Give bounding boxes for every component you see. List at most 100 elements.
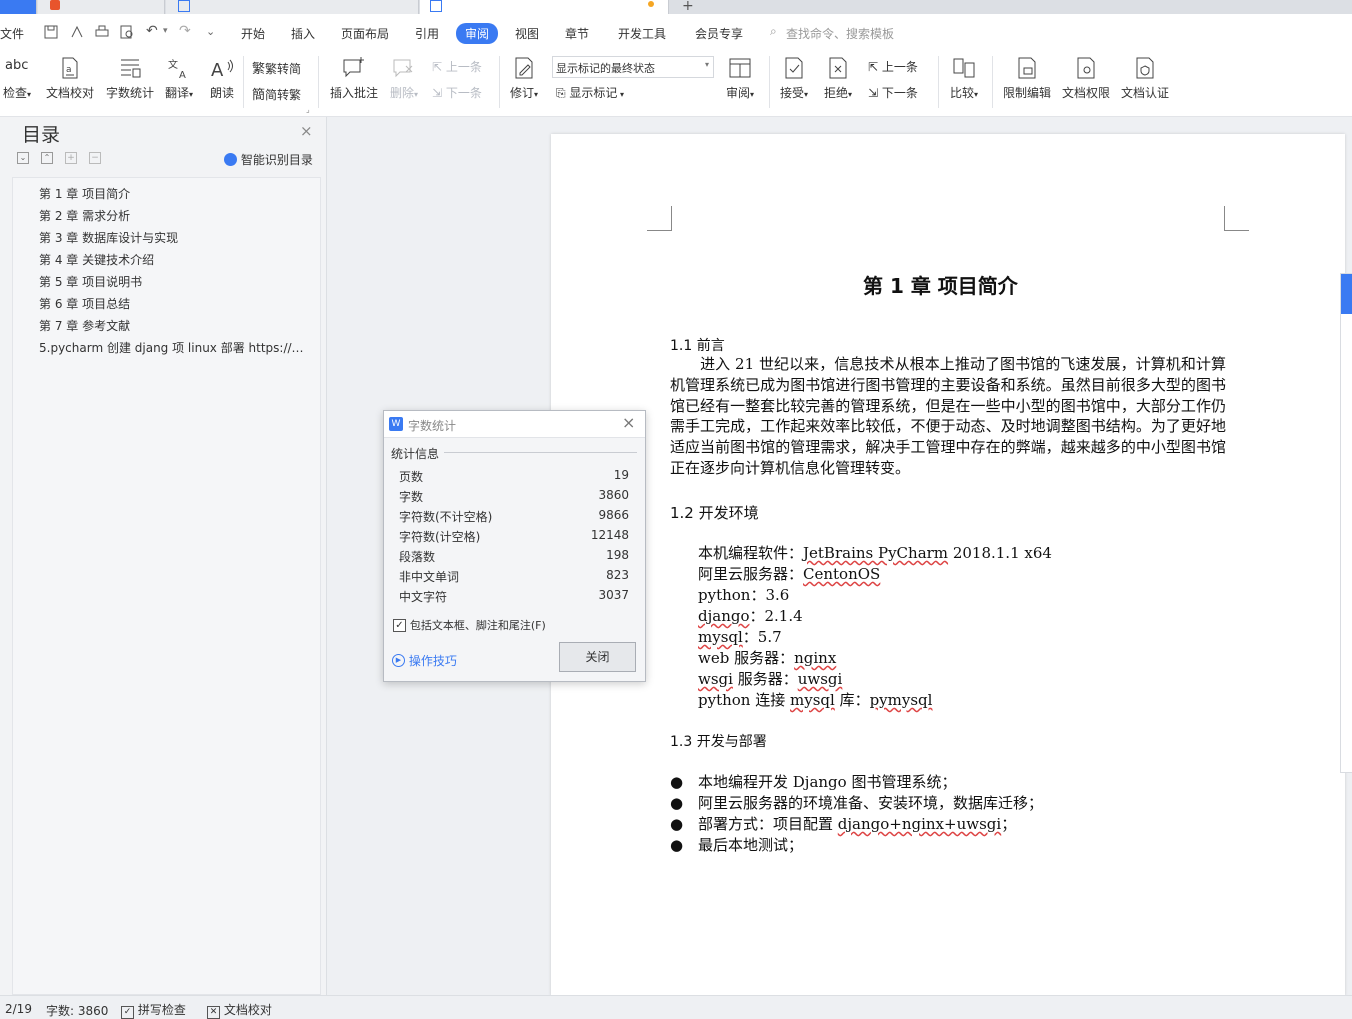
toc-item[interactable]: 第 5 章 项目说明书 (39, 273, 311, 290)
undo-icon[interactable]: ↶ (146, 23, 158, 39)
new-tab-icon[interactable]: + (682, 0, 694, 14)
doc-tab-active[interactable] (420, 0, 669, 14)
menu-developer[interactable]: 开发工具 (618, 25, 666, 42)
doc-proof-toggle[interactable]: ✕ 文档校对 (207, 1001, 272, 1019)
read-aloud-button[interactable]: A 朗读 (206, 56, 238, 101)
markup-state-select[interactable]: 显示标记的最终状态 ▾ (552, 56, 714, 78)
doc-proofread-button[interactable]: a 文档校对 (44, 56, 96, 101)
doc-permission-button[interactable]: 文档权限 (1060, 56, 1112, 101)
menu-references[interactable]: 引用 (415, 25, 439, 42)
tips-link[interactable]: ▶ 操作技巧 (392, 652, 457, 669)
smart-detect-toc-button[interactable]: 智能识别目录 (224, 151, 313, 168)
comment-delete-icon (393, 59, 413, 78)
panel-tab[interactable] (1341, 274, 1352, 314)
toc-item[interactable]: 第 3 章 数据库设计与实现 (39, 229, 311, 246)
print-icon[interactable] (95, 25, 109, 39)
chapter-heading: 第 1 章 项目简介 (863, 274, 1018, 298)
accept-button[interactable]: 接受▾ (776, 56, 812, 101)
abc-icon: abc (5, 58, 29, 73)
ribbon-divider (318, 56, 319, 108)
expand-all-icon[interactable]: ⌃ (41, 152, 53, 164)
compare-button[interactable]: 比较▾ (945, 56, 983, 101)
simp-trad-icon: 簡 (252, 88, 266, 103)
read-aloud-icon: A (211, 59, 233, 80)
redo-icon[interactable]: ↷ (179, 23, 191, 39)
trad-simp-icon: 繁 (252, 62, 266, 77)
prev-comment-button[interactable]: ⇱ 上一条 (432, 58, 482, 75)
bullet-item: ● 阿里云服务器的环境准备、安装环境，数据库迁移； (670, 794, 1044, 812)
collapse-all-icon[interactable]: ⌄ (17, 152, 29, 164)
svg-text:a: a (66, 65, 72, 75)
menu-review[interactable]: 审阅 (456, 23, 499, 44)
translate-button[interactable]: 文A 翻译▾ (162, 56, 196, 101)
simp-to-trad-button[interactable]: 簡简转繁 (252, 84, 301, 103)
menu-member[interactable]: 会员专享 (695, 25, 743, 42)
env-line: 阿里云服务器：CentonOS (698, 565, 881, 583)
right-side-panel[interactable] (1340, 273, 1352, 773)
include-textbox-checkbox[interactable]: ✓ 包括文本框、脚注和尾注(F) (393, 617, 546, 633)
export-icon[interactable] (70, 25, 84, 39)
prev-change-button[interactable]: ⇱ 上一条 (868, 58, 918, 75)
trad-to-simp-button[interactable]: 繁繁转简 (252, 58, 301, 77)
doc-icon (50, 0, 60, 10)
toc-item[interactable]: 5.pycharm 创建 djang 项 linux 部署 https://bl… (39, 339, 311, 356)
next-change-button[interactable]: ⇲ 下一条 (868, 84, 918, 101)
next-comment-icon: ⇲ (432, 86, 446, 100)
close-icon[interactable]: × (300, 122, 313, 140)
menu-home[interactable]: 开始 (241, 25, 265, 42)
unsaved-dot-icon (648, 1, 654, 7)
insert-comment-button[interactable]: 插入批注 (328, 56, 380, 101)
menu-chapter[interactable]: 章节 (565, 25, 589, 42)
section-heading: 1.3 开发与部署 (670, 734, 767, 750)
svg-text:A: A (211, 60, 224, 80)
menu-page-layout[interactable]: 页面布局 (341, 25, 389, 42)
spell-check-toggle[interactable]: ✓ 拼写检查 (121, 1001, 186, 1019)
doc-tab-2[interactable] (166, 0, 419, 14)
margin-mark (647, 206, 672, 231)
reject-button[interactable]: 拒绝▾ (820, 56, 856, 101)
menu-file[interactable]: 文件 (0, 25, 24, 42)
delete-comment-button[interactable]: 删除▾ (386, 56, 422, 101)
section-heading: 1.1 前言 (670, 338, 725, 354)
menu-insert[interactable]: 插入 (291, 25, 315, 42)
ribbon-divider (938, 56, 939, 108)
track-changes-button[interactable]: 修订▾ (505, 56, 543, 101)
word-count-button[interactable]: 字数统计 (104, 56, 156, 101)
check-icon: ✓ (121, 1006, 134, 1019)
close-button[interactable]: 关闭 (559, 642, 636, 672)
app-home-tab[interactable] (0, 0, 37, 14)
env-line: python 连接 mysql 库：pymysql (698, 691, 933, 709)
document-page[interactable]: 第 1 章 项目简介 1.1 前言 进入 21 世纪以来，信息技术从根本上推动了… (551, 134, 1345, 996)
show-markup-button[interactable]: ⎘ 显示标记 ▾ (556, 84, 624, 101)
review-pane-icon (729, 58, 751, 78)
save-icon[interactable] (44, 25, 58, 39)
doc-cert-button[interactable]: 文档认证 (1119, 56, 1171, 101)
bullet-item: ● 最后本地测试； (670, 836, 804, 854)
toc-item[interactable]: 第 2 章 需求分析 (39, 207, 311, 224)
spell-check-button[interactable]: abc 检查▾ (0, 56, 34, 101)
ribbon-group-expand-icon[interactable]: ⌟ (306, 105, 310, 114)
toc-item[interactable]: 第 4 章 关键技术介绍 (39, 251, 311, 268)
doc-icon (178, 0, 190, 12)
word-count-status[interactable]: 字数: 3860 (46, 1002, 108, 1019)
section-heading: 1.2 开发环境 (670, 504, 759, 522)
quick-access-more-icon[interactable]: ⌄ (206, 25, 215, 38)
print-preview-icon[interactable] (120, 25, 134, 39)
undo-dropdown-icon[interactable]: ▾ (163, 26, 168, 36)
menu-view[interactable]: 视图 (515, 25, 539, 42)
page-indicator[interactable]: 2/19 (5, 1002, 32, 1016)
toc-item[interactable]: 第 1 章 项目简介 (39, 185, 311, 202)
doc-tab-1[interactable] (38, 0, 165, 14)
remove-level-icon[interactable]: − (89, 152, 101, 164)
close-icon[interactable]: × (622, 413, 635, 432)
ribbon-divider (243, 56, 244, 108)
x-box-icon: ✕ (207, 1006, 220, 1019)
add-level-icon[interactable]: + (65, 152, 77, 164)
toc-item[interactable]: 第 7 章 参考文献 (39, 317, 311, 334)
review-ribbon: abc 检查▾ a 文档校对 字数统计 文A 翻译▾ A 朗读 繁繁转简 簡简转… (0, 50, 1352, 117)
toc-item[interactable]: 第 6 章 项目总结 (39, 295, 311, 312)
restrict-edit-button[interactable]: 限制编辑 (1000, 56, 1054, 101)
next-comment-button[interactable]: ⇲ 下一条 (432, 84, 482, 101)
env-line: web 服务器：nginx (698, 649, 837, 667)
review-pane-button[interactable]: 审阅▾ (722, 56, 758, 101)
